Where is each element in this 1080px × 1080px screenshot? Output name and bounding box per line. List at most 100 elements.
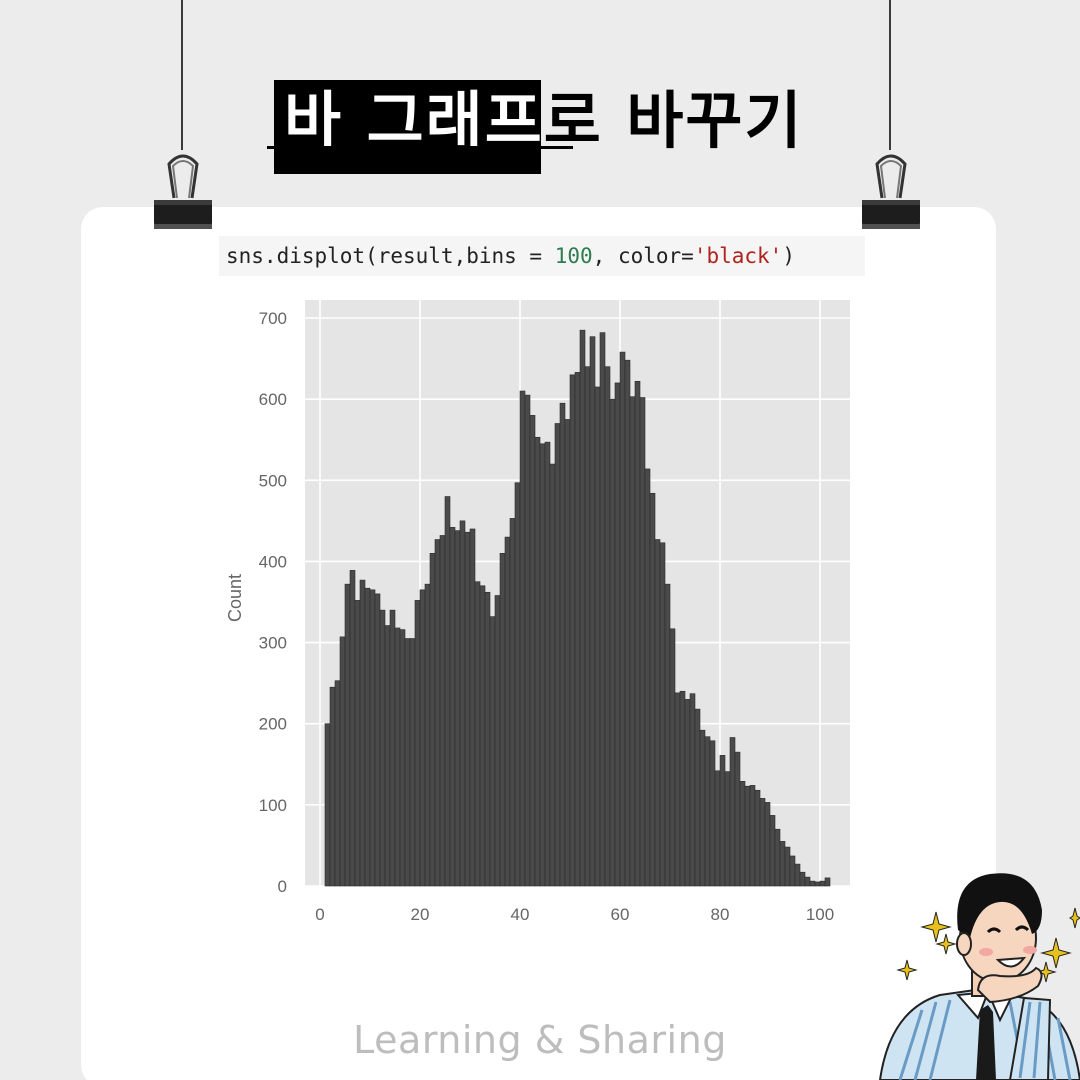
histogram-bar — [744, 785, 751, 887]
x-tick-label: 80 — [711, 905, 730, 924]
histogram-bar — [479, 585, 486, 887]
histogram-bar — [789, 855, 796, 887]
histogram-bar — [679, 690, 686, 887]
x-tick-label: 60 — [611, 905, 630, 924]
histogram-bar — [489, 616, 496, 887]
histogram-bar — [359, 579, 366, 887]
histogram-bar — [654, 539, 661, 887]
histogram-bar — [409, 638, 416, 887]
histogram-bar — [689, 693, 696, 887]
histogram-bar — [779, 841, 786, 887]
x-tick-label: 0 — [315, 905, 324, 924]
x-tick-label: 20 — [411, 905, 430, 924]
histogram-bar — [754, 789, 761, 887]
histogram-bar — [819, 880, 826, 887]
histogram-bar — [554, 423, 561, 887]
histogram-bar — [414, 600, 421, 887]
histogram-bar — [634, 380, 641, 887]
histogram-bar — [419, 589, 426, 887]
histogram-bar — [794, 863, 801, 887]
histogram-bar — [429, 553, 436, 887]
histogram-bar — [719, 755, 726, 887]
histogram-bar — [549, 463, 556, 887]
sparkle-icon — [896, 959, 918, 981]
histogram-bar — [454, 530, 461, 887]
cartoon-man-icon — [878, 873, 1080, 1080]
histogram-bar — [519, 390, 526, 887]
y-tick-label: 400 — [259, 552, 287, 571]
histogram-bar — [459, 520, 466, 887]
y-tick-label: 600 — [259, 390, 287, 409]
histogram-bar — [534, 436, 541, 887]
histogram-bar — [619, 351, 626, 887]
histogram-bar — [474, 581, 481, 887]
histogram-bar — [324, 723, 331, 887]
y-tick-label: 100 — [259, 796, 287, 815]
histogram-bar — [404, 638, 411, 887]
histogram-bar — [354, 600, 361, 887]
histogram-bar — [694, 708, 701, 887]
histogram-bar — [644, 468, 651, 887]
histogram-bar — [649, 492, 656, 887]
histogram-bar — [439, 535, 446, 887]
y-tick-label: 200 — [259, 715, 287, 734]
histogram-bar — [584, 366, 591, 887]
histogram-bar — [809, 880, 816, 887]
histogram-bar — [569, 374, 576, 887]
histogram-bar — [574, 372, 581, 887]
histogram-bar — [484, 591, 491, 887]
histogram-chart: 0 20 40 60 80 100 0 100 200 300 400 500 600 700 Count — [225, 300, 850, 924]
histogram-bar — [339, 636, 346, 887]
histogram-bar — [334, 680, 341, 887]
y-tick-label: 700 — [259, 309, 287, 328]
histogram-bar — [734, 751, 741, 887]
histogram-bar — [784, 846, 791, 887]
histogram-bar — [524, 394, 531, 887]
histogram-bar — [799, 871, 806, 887]
histogram-bar — [714, 770, 721, 887]
y-axis-label: Count — [225, 574, 245, 622]
histogram-bar — [599, 332, 606, 887]
histogram-bar — [774, 828, 781, 887]
histogram-bar — [364, 587, 371, 887]
histogram-bar — [389, 609, 396, 887]
histogram-bar — [514, 482, 521, 887]
histogram-bar — [449, 527, 456, 887]
histogram-bar — [544, 441, 551, 887]
histogram-bar — [604, 366, 611, 887]
histogram-bar — [344, 583, 351, 887]
histogram-bar — [374, 593, 381, 887]
histogram-bar — [659, 542, 666, 887]
histogram-bar — [369, 589, 376, 887]
histogram-bar — [444, 496, 451, 887]
histogram-bar — [729, 737, 736, 887]
histogram-bar — [594, 386, 601, 887]
sparkle-icon — [935, 933, 957, 955]
histogram-bar — [709, 740, 716, 887]
histogram-bar — [579, 329, 586, 887]
histogram-bar — [394, 627, 401, 887]
y-tick-label: 300 — [259, 634, 287, 653]
histogram-bar — [559, 402, 566, 887]
histogram-bar — [664, 583, 671, 887]
histogram-bar — [614, 382, 621, 887]
histogram-bar — [639, 397, 646, 887]
histogram-bar — [464, 531, 471, 887]
histogram-bar — [494, 595, 501, 887]
histogram-bar — [589, 336, 596, 887]
histogram-bar — [384, 625, 391, 887]
histogram-bar — [674, 692, 681, 887]
histogram-bar — [329, 686, 336, 887]
histogram-bar — [629, 396, 636, 887]
histogram-bar — [769, 815, 776, 887]
x-tick-label: 100 — [806, 905, 834, 924]
histogram-bar — [399, 629, 406, 887]
y-tick-label: 500 — [259, 471, 287, 490]
histogram-bar — [539, 443, 546, 887]
histogram-bar — [804, 876, 811, 887]
x-tick-label: 40 — [511, 905, 530, 924]
histogram-bar — [814, 881, 821, 887]
histogram-bar — [699, 729, 706, 887]
histogram-bar — [469, 528, 476, 887]
histogram-bar — [379, 609, 386, 887]
